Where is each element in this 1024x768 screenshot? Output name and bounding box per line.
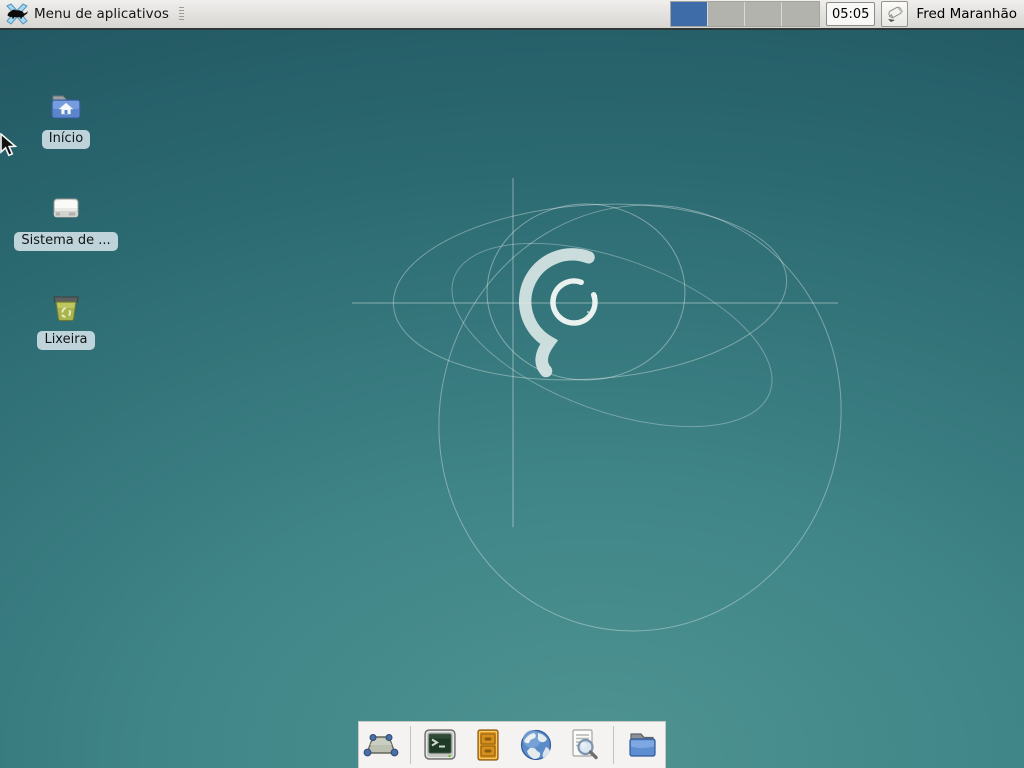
stylus-tray-button[interactable] [881, 1, 908, 27]
panel-grip-handle[interactable] [179, 7, 184, 22]
arrow-cursor-icon [0, 133, 21, 159]
filesystem-drive-icon [49, 191, 83, 225]
dock-panel [358, 721, 666, 768]
applications-menu-label: Menu de aplicativos [34, 6, 169, 22]
desktop-icon-lixeira[interactable]: Lixeira [6, 290, 126, 350]
stylus-icon [885, 4, 905, 24]
file-manager-button[interactable] [622, 725, 664, 765]
desktop-icon-inicio[interactable]: Início [6, 89, 126, 149]
applications-menu-button[interactable]: Menu de aplicativos [0, 0, 173, 28]
workspace-4[interactable] [782, 2, 819, 26]
dock-separator [613, 726, 614, 764]
clock[interactable]: 05:05 [826, 2, 875, 26]
application-finder-button[interactable] [563, 725, 605, 765]
show-desktop-icon [363, 728, 399, 762]
desktop-wallpaper[interactable]: Início Sistema de ... [0, 30, 1024, 768]
desktop-icon-label: Lixeira [37, 331, 94, 350]
dock-separator [410, 726, 411, 764]
document-magnifier-icon [566, 727, 602, 763]
terminal-button[interactable] [419, 725, 461, 765]
desktop-icon-sistema[interactable]: Sistema de ... [6, 191, 126, 251]
top-panel: Menu de aplicativos 05:05 Fred Maranhão [0, 0, 1024, 30]
desktop-screen: Menu de aplicativos 05:05 Fred Maranhão [0, 0, 1024, 768]
trash-icon [49, 290, 83, 324]
desktop-icon-label: Sistema de ... [14, 232, 117, 251]
home-folder-icon [49, 89, 83, 123]
file-cabinet-icon [470, 727, 506, 763]
show-desktop-button[interactable] [360, 725, 402, 765]
workspace-3[interactable] [745, 2, 782, 26]
workspace-switcher[interactable] [670, 1, 820, 27]
username-label[interactable]: Fred Maranhão [916, 6, 1017, 22]
workspace-2[interactable] [708, 2, 745, 26]
workspace-1[interactable] [671, 2, 708, 26]
desktop-icon-label: Início [42, 130, 90, 149]
blue-folder-icon [625, 727, 661, 763]
file-cabinet-button[interactable] [467, 725, 509, 765]
globe-icon [518, 727, 554, 763]
xfce-mouse-logo-icon [5, 2, 29, 26]
web-browser-button[interactable] [515, 725, 557, 765]
debian-swirl-artwork [0, 30, 1024, 768]
terminal-icon [422, 727, 458, 763]
